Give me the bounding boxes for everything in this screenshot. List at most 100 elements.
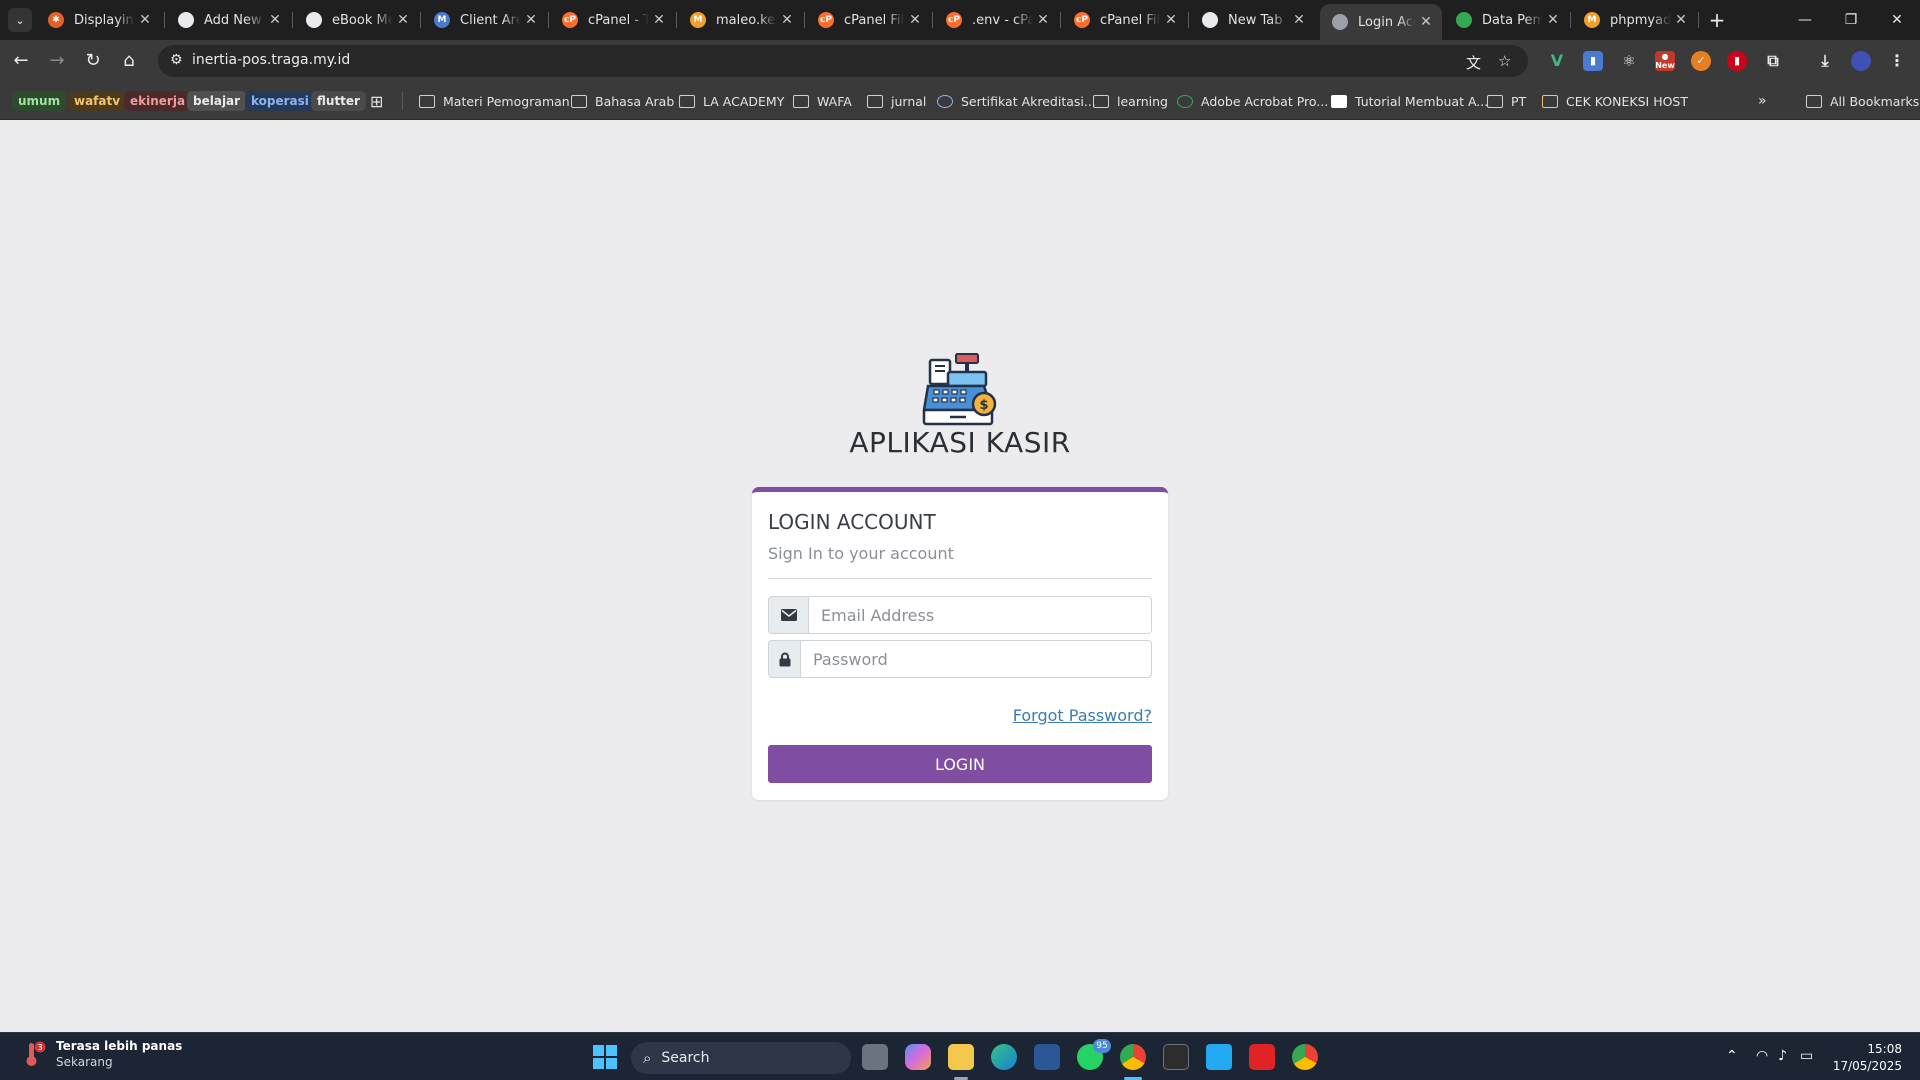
close-icon[interactable]: ✕ <box>135 12 155 28</box>
tab[interactable]: M maleo.kem ✕ <box>678 6 803 34</box>
email-input-group <box>768 596 1152 634</box>
bookmark-chip[interactable]: umum <box>12 91 67 111</box>
bookmark-folder[interactable]: PT <box>1487 91 1526 111</box>
bookmark-link[interactable]: Sertifikat Akreditasi... <box>937 91 1096 111</box>
chrome-icon[interactable] <box>1120 1044 1146 1070</box>
address-bar[interactable]: ⚙ inertia-pos.traga.my.id 文 ☆ <box>158 45 1528 77</box>
avatar[interactable] <box>1851 51 1871 71</box>
close-icon[interactable]: ✕ <box>905 12 925 28</box>
bookmark-chip[interactable]: ekinerja <box>124 91 192 111</box>
close-icon[interactable]: ✕ <box>1161 12 1181 28</box>
tab-active[interactable]: Login Acco ✕ <box>1320 4 1442 40</box>
edge-icon[interactable] <box>991 1044 1017 1070</box>
close-icon[interactable]: ✕ <box>1543 12 1563 28</box>
reload-button[interactable]: ↻ <box>78 46 108 76</box>
bookmark-folder[interactable]: Materi Pemograman <box>419 91 570 111</box>
close-icon[interactable]: ✕ <box>1416 14 1436 30</box>
bookmark-folder[interactable]: LA ACADEMY <box>679 91 784 111</box>
tab[interactable]: Data Pema ✕ <box>1444 6 1569 34</box>
tab[interactable]: New Tab ✕ <box>1190 6 1315 34</box>
battery-icon[interactable]: ▭ <box>1800 1048 1813 1064</box>
tab[interactable]: M phpmyadm ✕ <box>1572 6 1697 34</box>
bookmark-folder[interactable]: CEK KONEKSI HOST <box>1542 91 1688 111</box>
task-view-icon[interactable] <box>862 1044 888 1070</box>
close-icon[interactable]: ✕ <box>521 12 541 28</box>
restore-button[interactable]: ❐ <box>1828 0 1874 40</box>
close-icon[interactable]: ✕ <box>649 12 669 28</box>
all-bookmarks[interactable]: All Bookmarks <box>1806 91 1919 111</box>
site-info-icon[interactable]: ⚙ <box>170 52 183 68</box>
copilot-icon[interactable] <box>905 1044 931 1070</box>
vue-devtools-icon[interactable]: V <box>1547 51 1567 71</box>
close-icon[interactable]: ✕ <box>393 12 413 28</box>
forgot-password-link[interactable]: Forgot Password? <box>1013 706 1152 725</box>
more-bookmarks-icon[interactable]: » <box>1758 91 1767 111</box>
password-field[interactable] <box>800 640 1152 678</box>
app-icon[interactable] <box>1249 1044 1275 1070</box>
email-field[interactable] <box>808 596 1152 634</box>
tab-search-button[interactable]: ⌄ <box>8 8 32 32</box>
apps-grid-icon[interactable]: ⊞ <box>370 91 383 111</box>
extension-icon[interactable]: ✓ <box>1691 51 1711 71</box>
bookmark-star-icon[interactable]: ☆ <box>1498 52 1511 70</box>
forward-button[interactable]: → <box>42 46 72 76</box>
minimize-button[interactable]: — <box>1782 0 1828 40</box>
close-icon[interactable]: ✕ <box>1033 12 1053 28</box>
bookmark-chip[interactable]: belajar <box>187 91 247 111</box>
system-clock[interactable]: 15:08 17/05/2025 <box>1833 1041 1902 1075</box>
tab-divider <box>932 12 933 28</box>
back-button[interactable]: ← <box>6 46 36 76</box>
chrome-icon[interactable] <box>1292 1044 1318 1070</box>
close-icon[interactable]: ✕ <box>1671 12 1691 28</box>
tab-divider <box>1060 12 1061 28</box>
tab[interactable]: ✱ Displaying ✕ <box>36 6 161 34</box>
tab[interactable]: Add New S ✕ <box>166 6 291 34</box>
tab[interactable]: M Client Area ✕ <box>422 6 547 34</box>
extension-icon[interactable]: ▮ <box>1727 51 1747 71</box>
bookmark-folder[interactable]: WAFA <box>793 91 852 111</box>
close-icon[interactable]: ✕ <box>1289 12 1309 28</box>
folder-icon <box>1093 94 1109 108</box>
translate-icon[interactable]: 文 <box>1466 52 1481 73</box>
tab[interactable]: cP .env - cPan ✕ <box>934 6 1059 34</box>
terminal-icon[interactable] <box>1163 1044 1189 1070</box>
tab[interactable]: cP cPanel File ✕ <box>1062 6 1187 34</box>
close-icon[interactable]: ✕ <box>777 12 797 28</box>
bookmark-link[interactable]: Tutorial Membuat A... <box>1331 91 1488 111</box>
bookmark-link[interactable]: Adobe Acrobat Pro... <box>1177 91 1328 111</box>
login-button[interactable]: LOGIN <box>768 745 1152 783</box>
favicon-icon: cP <box>818 12 834 28</box>
tab[interactable]: cP cPanel File ✕ <box>806 6 931 34</box>
extension-icon[interactable]: ▮ <box>1583 51 1603 71</box>
kebab-menu-icon[interactable]: ⋮ <box>1887 51 1907 71</box>
download-icon[interactable]: ⤓ <box>1815 51 1835 71</box>
bookmark-chip[interactable]: wafatv <box>68 91 127 111</box>
close-window-button[interactable]: ✕ <box>1874 0 1920 40</box>
volume-icon[interactable]: ♪ <box>1778 1048 1787 1064</box>
address-url[interactable]: inertia-pos.traga.my.id <box>192 52 350 68</box>
weather-widget[interactable]: 3 Terasa lebih panas Sekarang <box>20 1039 182 1069</box>
start-icon[interactable] <box>592 1044 618 1070</box>
file-explorer-icon[interactable] <box>948 1044 974 1070</box>
bookmark-chip[interactable]: flutter <box>311 91 366 111</box>
react-devtools-icon[interactable]: ⚛ <box>1619 51 1639 71</box>
tab[interactable]: eBook Me ✕ <box>294 6 419 34</box>
bookmark-chip[interactable]: koperasi <box>245 91 315 111</box>
bookmark-folder[interactable]: learning <box>1093 91 1168 111</box>
new-extension-icon[interactable]: ● New <box>1655 51 1675 71</box>
bookmark-folder[interactable]: jurnal <box>867 91 926 111</box>
home-button[interactable]: ⌂ <box>114 46 144 76</box>
puzzle-icon[interactable]: ⧉ <box>1763 51 1783 71</box>
new-tab-button[interactable]: + <box>1703 6 1731 34</box>
tab-divider <box>804 12 805 28</box>
chevron-up-icon[interactable]: ⌃ <box>1726 1048 1738 1064</box>
close-icon[interactable]: ✕ <box>265 12 285 28</box>
tab[interactable]: cP cPanel - To ✕ <box>550 6 675 34</box>
taskbar-search[interactable]: ⌕ Search <box>631 1042 851 1074</box>
tab-strip: ⌄ ✱ Displaying ✕ Add New S ✕ eBook Me ✕ … <box>0 0 1920 40</box>
vscode-icon[interactable] <box>1206 1044 1232 1070</box>
wifi-icon[interactable]: ◠ <box>1756 1048 1768 1064</box>
bookmark-folder[interactable]: Bahasa Arab <box>571 91 674 111</box>
store-icon[interactable] <box>1034 1044 1060 1070</box>
login-card: LOGIN ACCOUNT Sign In to your account Fo… <box>752 487 1168 800</box>
